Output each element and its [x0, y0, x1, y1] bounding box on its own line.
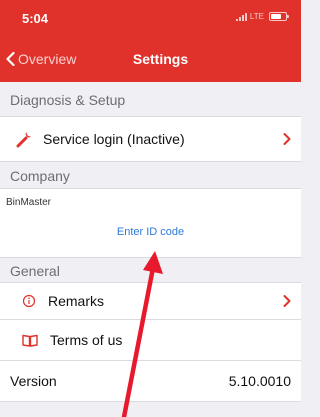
- service-login-label: Service login (Inactive): [43, 131, 185, 147]
- section-header-company: Company: [0, 161, 301, 189]
- status-indicators: LTE: [235, 12, 289, 21]
- remarks-row[interactable]: Remarks: [0, 283, 301, 319]
- book-icon: [22, 334, 38, 347]
- terms-of-use-row[interactable]: Terms of us: [0, 320, 301, 360]
- info-icon: [22, 294, 36, 308]
- section-header-general: General: [0, 257, 301, 283]
- remarks-label: Remarks: [48, 293, 105, 309]
- divider: [0, 401, 301, 402]
- status-time: 5:04: [22, 11, 49, 26]
- signal-icon: [235, 12, 247, 21]
- nav-bar: Overview Settings: [0, 36, 301, 82]
- status-bar: 5:04 LTE: [0, 0, 301, 36]
- chevron-right-icon: [283, 133, 291, 145]
- chevron-right-icon: [283, 295, 291, 307]
- terms-label: Terms of us: [50, 332, 123, 348]
- company-name: BinMaster: [6, 197, 52, 208]
- section-header-diagnosis: Diagnosis & Setup: [0, 83, 301, 117]
- wrench-icon: [16, 132, 31, 148]
- battery-icon: [269, 12, 289, 21]
- version-value: 5.10.0010: [228, 373, 291, 389]
- network-label: LTE: [249, 12, 264, 21]
- company-block: BinMaster Enter ID code: [0, 189, 301, 257]
- service-login-row[interactable]: Service login (Inactive): [0, 117, 301, 161]
- page-title: Settings: [132, 51, 189, 67]
- version-row: Version 5.10.0010: [0, 361, 301, 401]
- enter-id-code-link[interactable]: Enter ID code: [0, 226, 301, 238]
- version-label: Version: [10, 373, 57, 389]
